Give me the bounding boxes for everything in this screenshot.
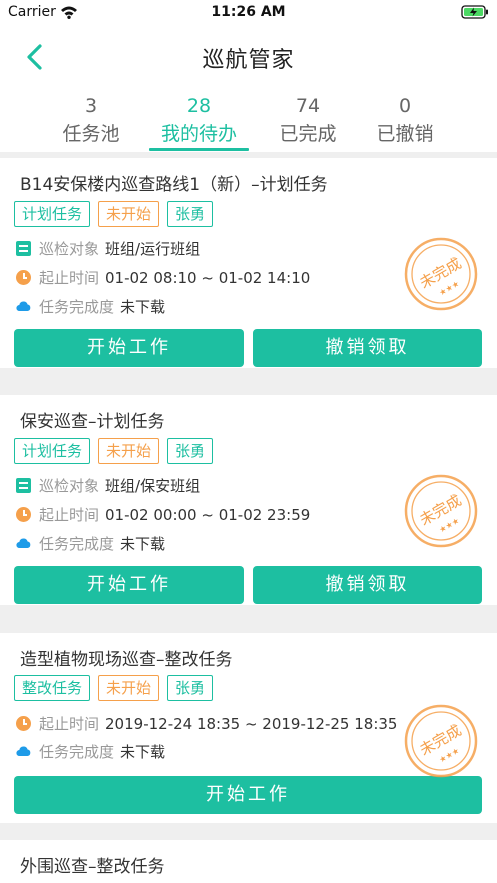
task-title: 造型植物现场巡查–整改任务 <box>20 650 233 670</box>
task-type-tag: 计划任务 <box>14 201 91 227</box>
progress-row: 任务完成度 未下载 <box>16 296 165 317</box>
progress-row: 任务完成度 未下载 <box>16 741 165 762</box>
document-icon <box>16 478 31 493</box>
period-value: 01-02 00:00 ~ 01-02 23:59 <box>105 505 311 524</box>
tab-cancelled[interactable]: 0 已撤销 <box>351 94 459 148</box>
tab-bar: 3 任务池 28 我的待办 74 已完成 0 已撤销 <box>0 88 497 152</box>
status-bar: Carrier 11:26 AM <box>0 0 497 26</box>
task-tags: 计划任务 未开始 张勇 <box>14 438 214 464</box>
task-assignee-tag: 张勇 <box>167 201 214 227</box>
navigation-bar: 巡航管家 <box>0 26 497 88</box>
progress-key: 任务完成度 <box>39 535 115 553</box>
tab-my-todo[interactable]: 28 我的待办 <box>145 94 253 151</box>
tab-label: 我的待办 <box>160 123 237 145</box>
period-value: 01-02 08:10 ~ 01-02 14:10 <box>105 268 311 287</box>
task-assignee-tag: 张勇 <box>167 438 214 464</box>
progress-row: 任务完成度 未下载 <box>16 533 165 554</box>
incomplete-stamp: 未完成 ★★★ <box>403 703 479 779</box>
start-work-button[interactable]: 开始工作 <box>14 329 244 367</box>
incomplete-stamp: 未完成 ★★★ <box>403 236 479 312</box>
start-work-button[interactable]: 开始工作 <box>14 776 482 814</box>
progress-value: 未下载 <box>120 298 166 316</box>
task-tags: 整改任务 未开始 张勇 <box>14 675 214 701</box>
tab-count: 0 <box>398 95 412 117</box>
period-key: 起止时间 <box>39 506 100 524</box>
period-row: 起止时间 2019-12-24 18:35 ~ 2019-12-25 18:35 <box>16 713 397 734</box>
task-title: 保安巡查–计划任务 <box>20 412 165 432</box>
target-value: 班组/运行班组 <box>105 240 201 258</box>
task-assignee-tag: 张勇 <box>167 675 214 701</box>
inspection-target-row: 巡检对象 班组/保安班组 <box>16 475 200 496</box>
period-value: 2019-12-24 18:35 ~ 2019-12-25 18:35 <box>105 714 398 733</box>
task-type-tag: 整改任务 <box>14 675 91 701</box>
progress-value: 未下载 <box>120 743 166 761</box>
progress-key: 任务完成度 <box>39 743 115 761</box>
clock-icon <box>16 270 31 285</box>
tab-count: 28 <box>186 95 212 117</box>
period-row: 起止时间 01-02 08:10 ~ 01-02 14:10 <box>16 267 310 288</box>
document-icon <box>16 241 31 256</box>
clock-icon <box>16 716 31 731</box>
task-status-tag: 未开始 <box>98 201 160 227</box>
tab-completed[interactable]: 74 已完成 <box>254 94 362 148</box>
target-value: 班组/保安班组 <box>105 477 201 495</box>
task-type-tag: 计划任务 <box>14 438 91 464</box>
task-card[interactable]: B14安保楼内巡查路线1（新）–计划任务 计划任务 未开始 张勇 巡检对象 班组… <box>0 158 497 368</box>
period-key: 起止时间 <box>39 269 100 287</box>
progress-key: 任务完成度 <box>39 298 115 316</box>
tab-task-pool[interactable]: 3 任务池 <box>37 94 145 148</box>
progress-value: 未下载 <box>120 535 166 553</box>
task-status-tag: 未开始 <box>98 675 160 701</box>
target-key: 巡检对象 <box>39 240 100 258</box>
task-title: B14安保楼内巡查路线1（新）–计划任务 <box>20 175 328 195</box>
page-title: 巡航管家 <box>202 48 295 73</box>
task-tags: 计划任务 未开始 张勇 <box>14 201 214 227</box>
cancel-claim-button[interactable]: 撤销领取 <box>253 566 482 604</box>
period-key: 起止时间 <box>39 715 100 733</box>
tab-count: 74 <box>295 95 321 117</box>
start-work-button[interactable]: 开始工作 <box>14 566 244 604</box>
tab-count: 3 <box>84 95 98 117</box>
incomplete-stamp: 未完成 ★★★ <box>403 473 479 549</box>
tab-label: 已撤销 <box>376 123 434 145</box>
tab-label: 任务池 <box>62 123 120 145</box>
task-card[interactable]: 造型植物现场巡查–整改任务 整改任务 未开始 张勇 起止时间 2019-12-2… <box>0 633 497 823</box>
cloud-icon <box>16 744 31 759</box>
task-status-tag: 未开始 <box>98 438 160 464</box>
task-card[interactable]: 外围巡查–整改任务 <box>0 840 497 883</box>
task-card[interactable]: 保安巡查–计划任务 计划任务 未开始 张勇 巡检对象 班组/保安班组 起止时间 … <box>0 395 497 605</box>
active-tab-indicator <box>149 148 249 151</box>
inspection-target-row: 巡检对象 班组/运行班组 <box>16 238 200 259</box>
cancel-claim-button[interactable]: 撤销领取 <box>253 329 482 367</box>
cloud-icon <box>16 299 31 314</box>
tab-label: 已完成 <box>279 123 337 145</box>
clock-icon <box>16 507 31 522</box>
cloud-icon <box>16 536 31 551</box>
clock-time: 11:26 AM <box>211 4 286 20</box>
task-title: 外围巡查–整改任务 <box>20 857 165 877</box>
target-key: 巡检对象 <box>39 477 100 495</box>
period-row: 起止时间 01-02 00:00 ~ 01-02 23:59 <box>16 504 310 525</box>
battery-icon <box>461 4 489 23</box>
